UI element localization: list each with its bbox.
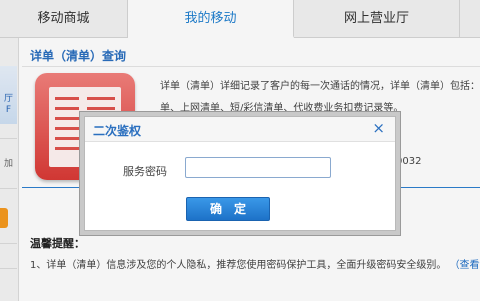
dialog-header: 二次鉴权 × bbox=[85, 117, 395, 142]
service-password-label: 服务密码 bbox=[123, 165, 167, 178]
confirm-button[interactable]: 确定 bbox=[186, 197, 270, 221]
close-icon[interactable]: × bbox=[372, 119, 385, 137]
auth-dialog: 二次鉴权 × 服务密码 确定 bbox=[79, 111, 401, 236]
dialog-title: 二次鉴权 bbox=[93, 124, 142, 138]
service-password-input[interactable] bbox=[185, 157, 331, 178]
auth-dialog-body: 二次鉴权 × 服务密码 确定 bbox=[84, 116, 396, 231]
